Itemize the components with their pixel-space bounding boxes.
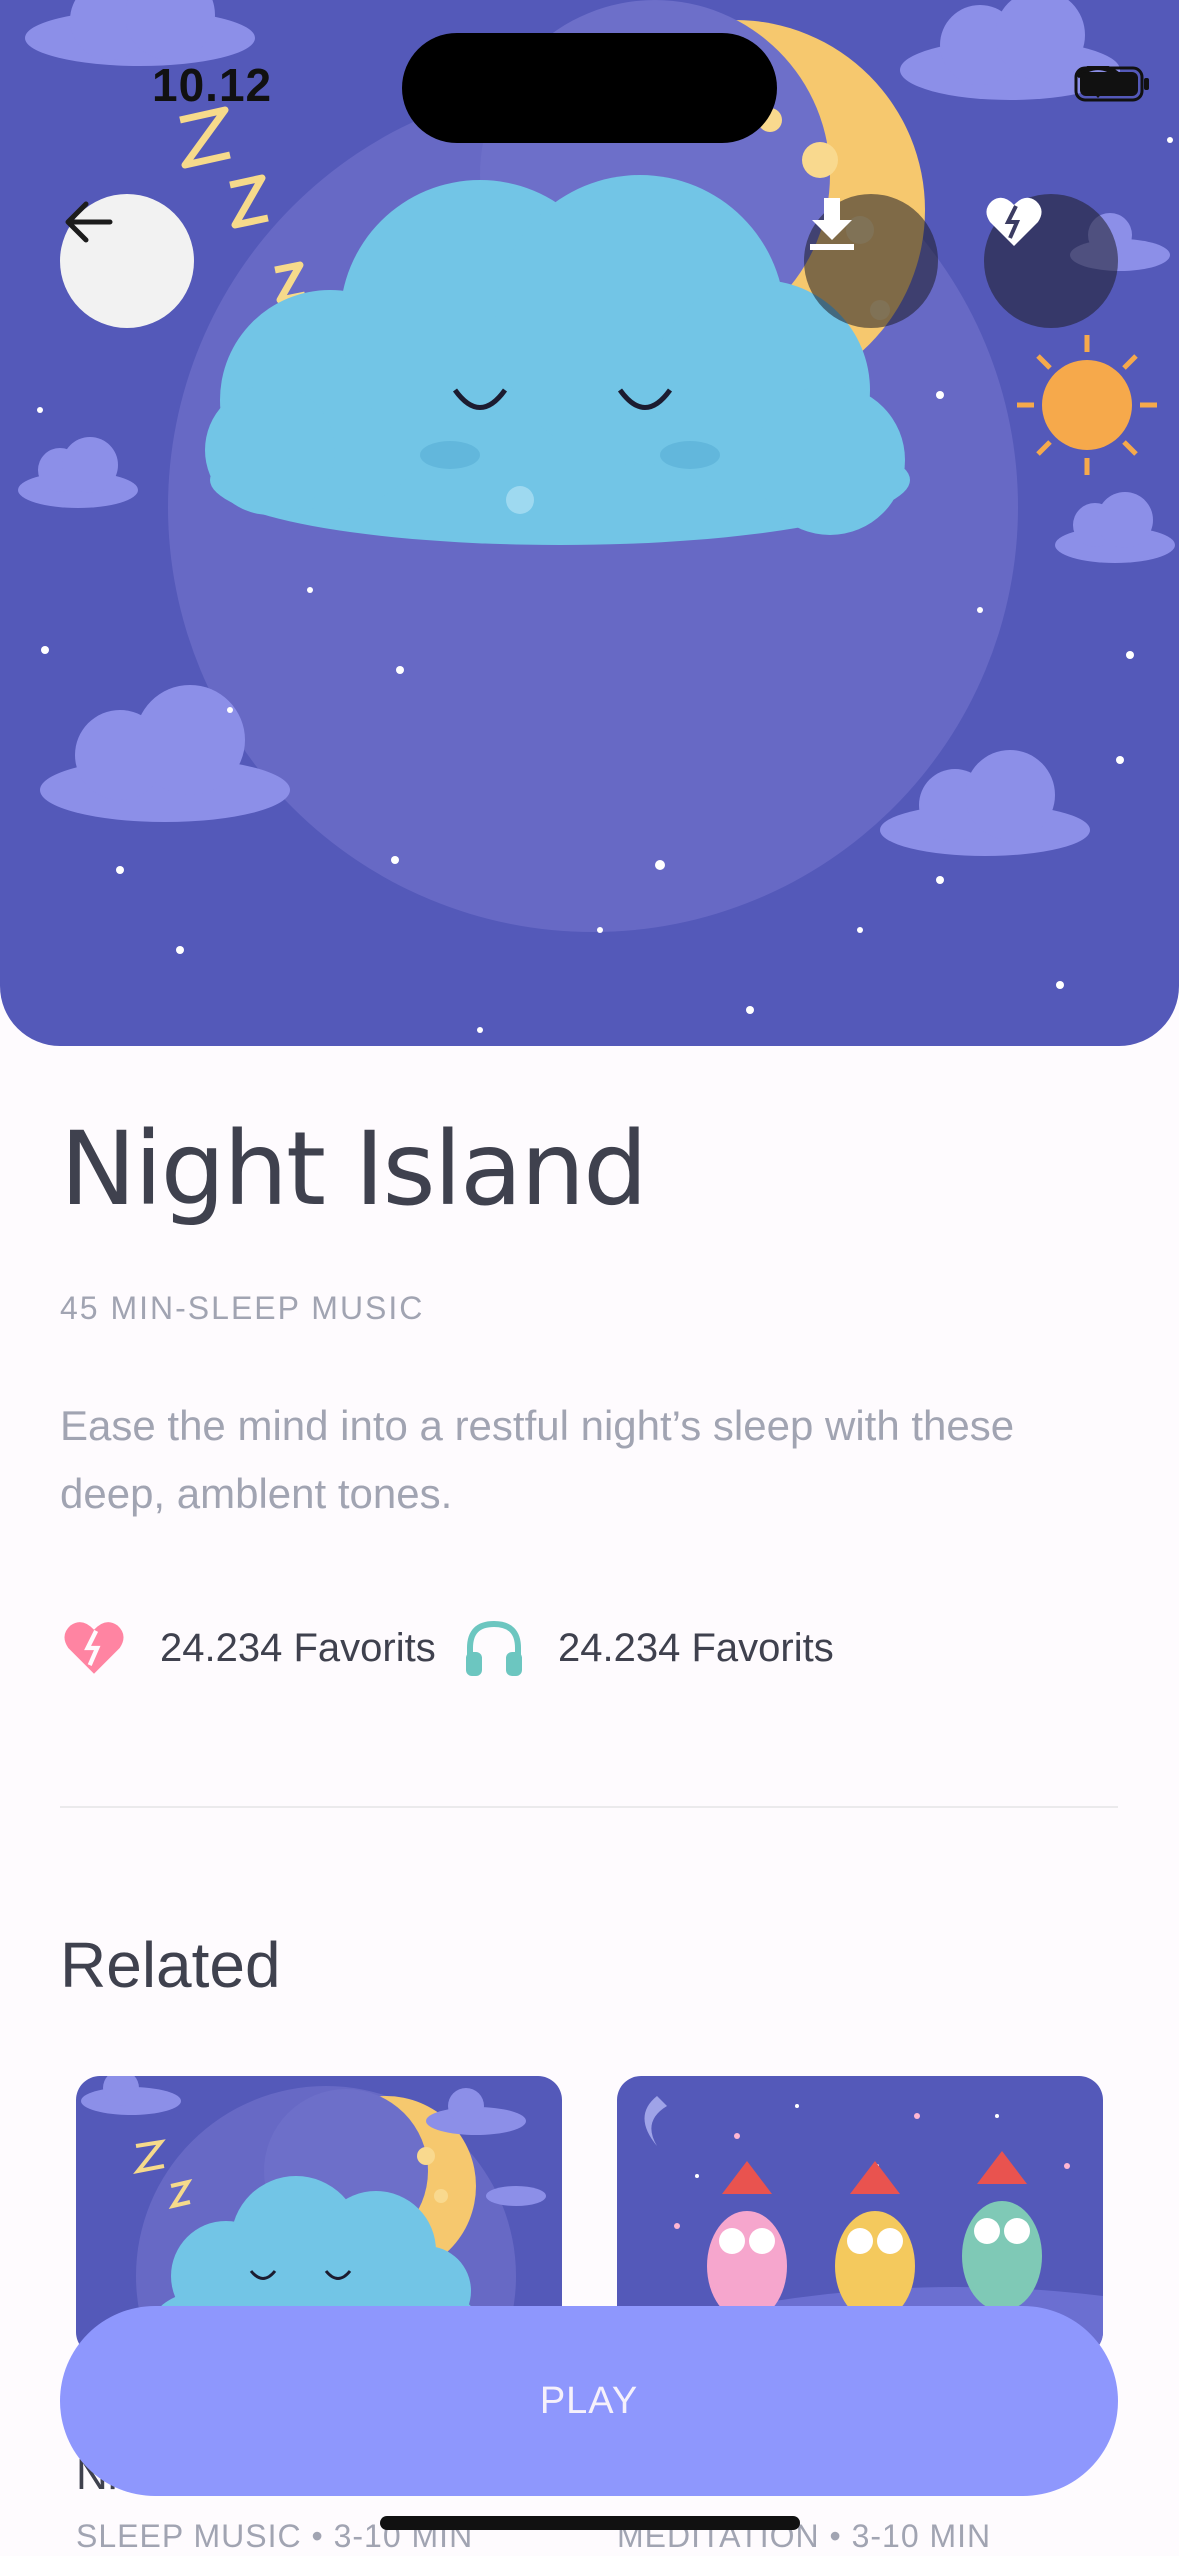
headphones-icon: [466, 1620, 522, 1676]
arrow-left-icon: [65, 201, 113, 243]
download-button[interactable]: [804, 194, 938, 328]
listens-stat: 24.234 Favorits: [462, 1618, 834, 1678]
favorite-button[interactable]: [984, 194, 1118, 328]
status-time: 10.12: [152, 59, 273, 111]
download-icon: [810, 198, 854, 250]
divider: [60, 1806, 1118, 1808]
play-button[interactable]: PLAY: [60, 2306, 1118, 2496]
hero-illustration: 10.12: [0, 0, 1179, 1046]
favorites-stat: 24.234 Favorits: [60, 1618, 436, 1678]
favorites-count: 24.234 Favorits: [160, 1625, 436, 1670]
page-title: Night Island: [60, 1110, 648, 1229]
battery-icon: [1074, 66, 1149, 102]
course-description: Ease the mind into a restful night’s sle…: [60, 1402, 1015, 1517]
heart-icon: [64, 1622, 124, 1674]
course-subtitle: 45 MIN-SLEEP MUSIC: [60, 1290, 425, 1326]
related-heading: Related: [60, 1929, 281, 2001]
heart-icon: [986, 197, 1042, 246]
back-button[interactable]: [60, 194, 194, 328]
night-sky-art: [18, 0, 1175, 1033]
listens-count: 24.234 Favorits: [558, 1625, 834, 1670]
dynamic-island: [402, 33, 777, 143]
home-indicator[interactable]: [380, 2516, 800, 2530]
